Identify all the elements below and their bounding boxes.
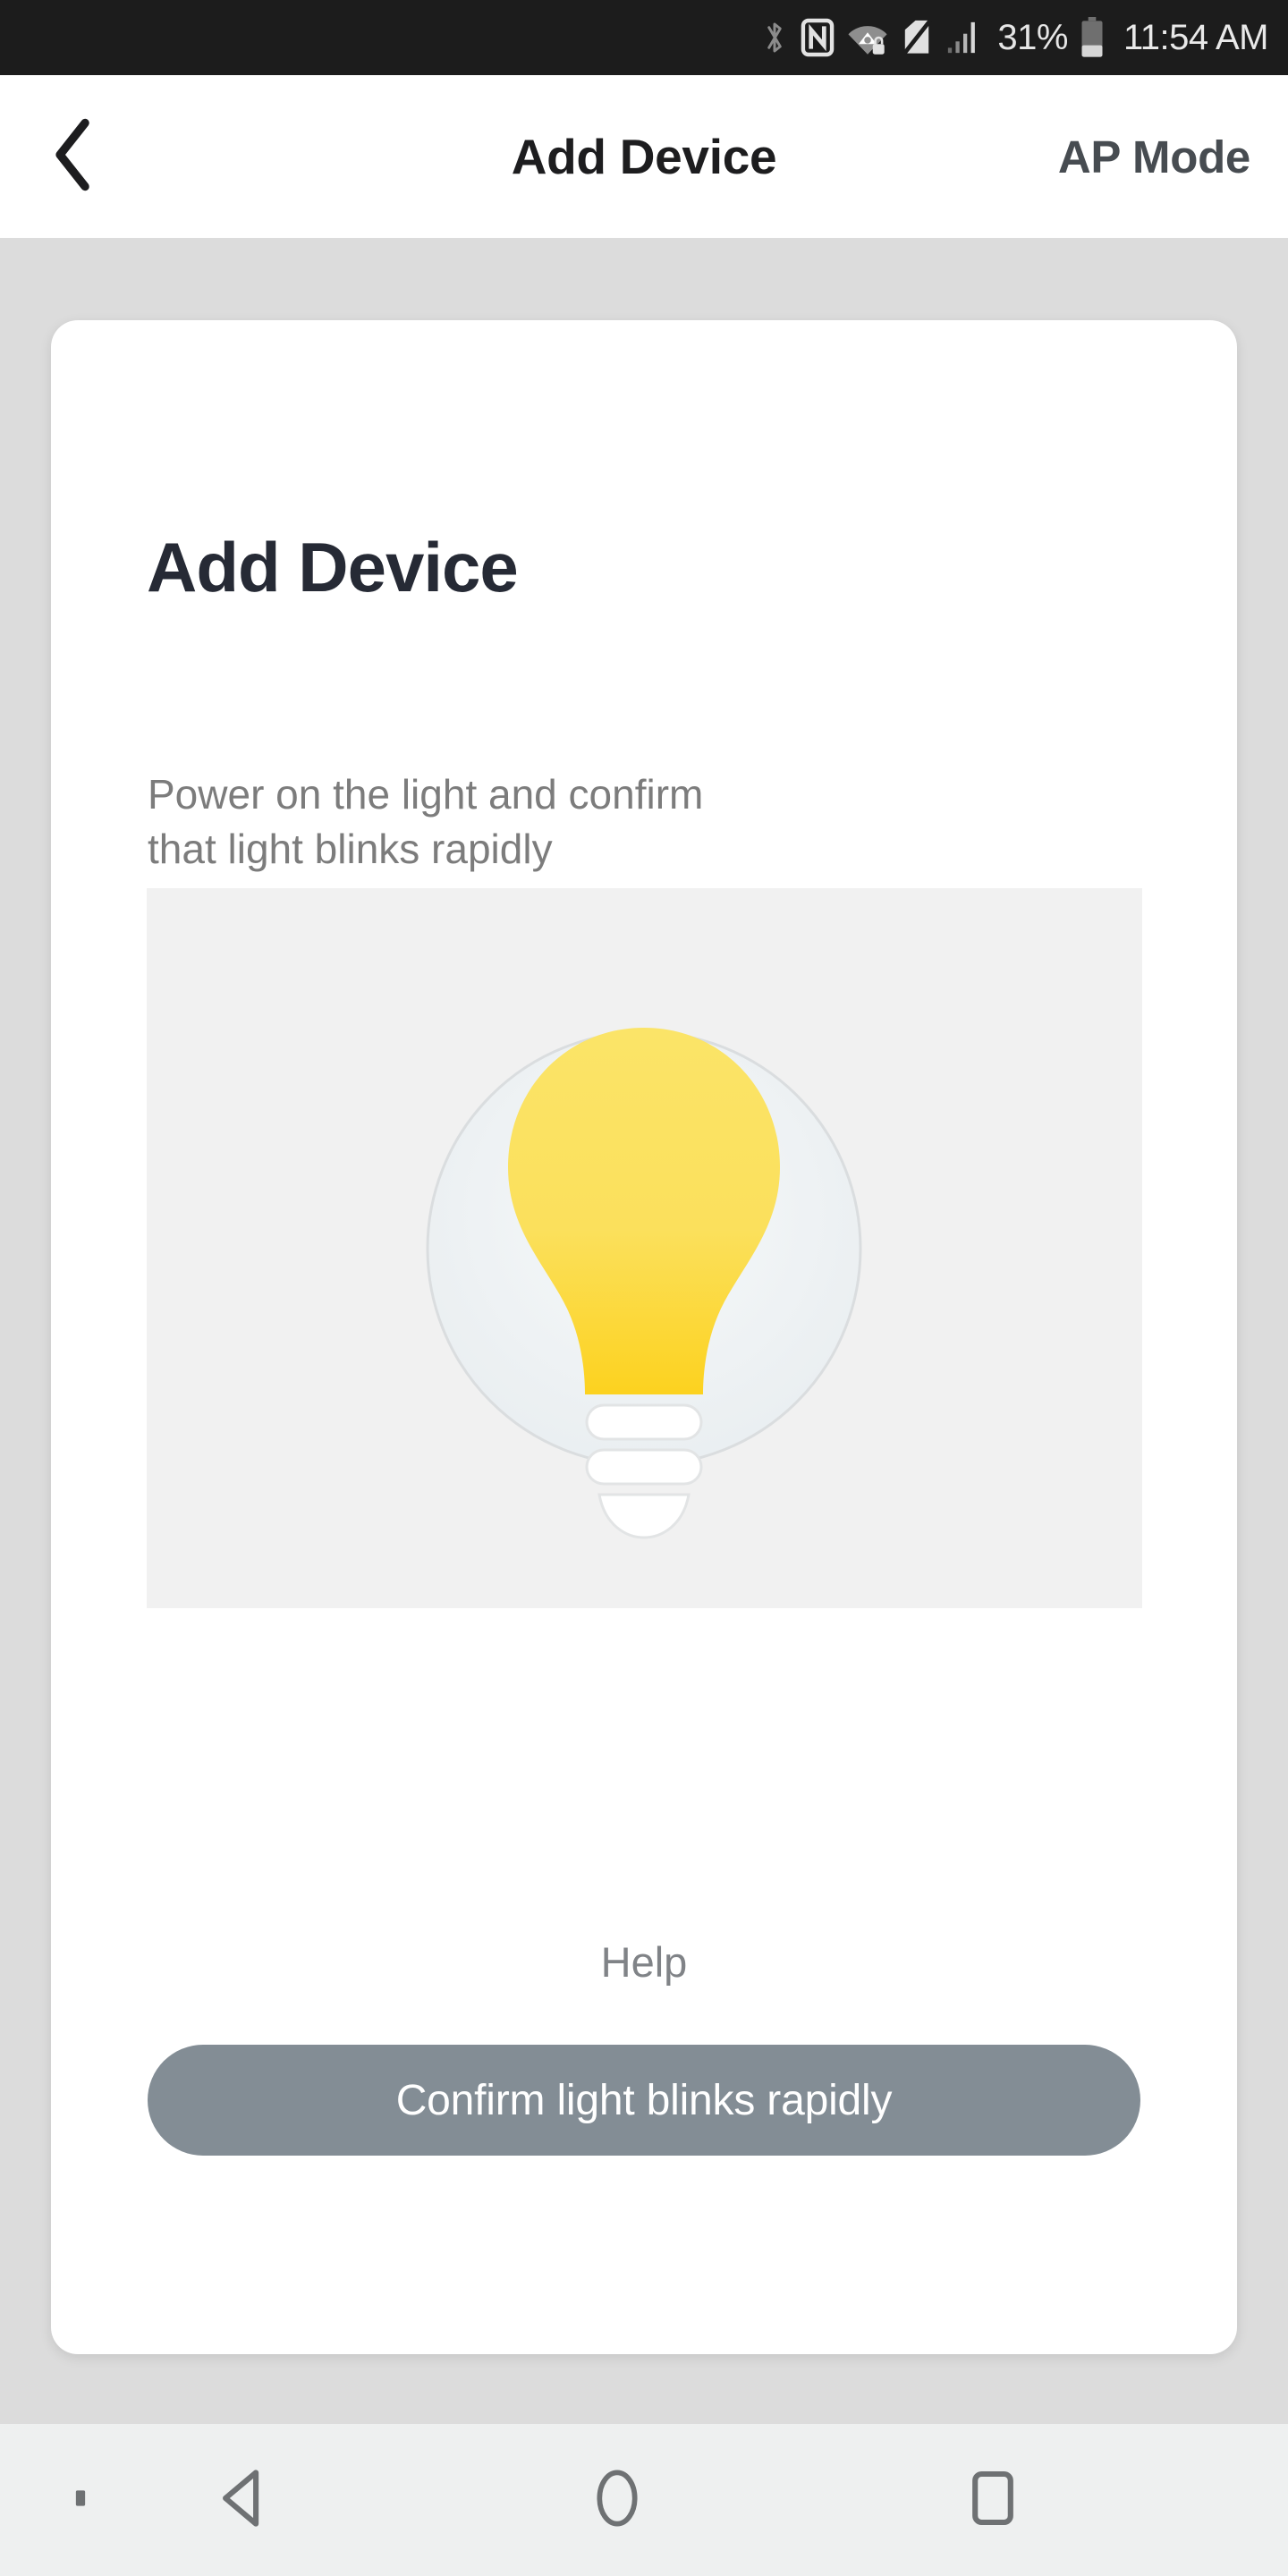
help-link[interactable]: Help — [51, 1937, 1237, 1987]
circle-home-icon — [592, 2468, 642, 2533]
status-bar-icons: 31% 11:54 AM — [761, 17, 1269, 58]
dot-icon — [72, 2487, 89, 2513]
nfc-icon — [801, 18, 835, 57]
triangle-back-icon — [214, 2468, 269, 2533]
card-title: Add Device — [147, 528, 519, 606]
status-bar: 31% 11:54 AM — [0, 0, 1288, 75]
cellular-signal-icon — [945, 18, 981, 57]
nav-back-button[interactable] — [107, 2424, 376, 2576]
battery-percent-label: 31% — [997, 17, 1068, 57]
bluetooth-icon — [761, 18, 788, 57]
android-navigation-bar — [0, 2424, 1288, 2576]
sim-off-icon — [901, 18, 934, 57]
add-device-card: Add Device Power on the light and confir… — [51, 320, 1237, 2354]
square-recents-icon — [969, 2469, 1017, 2532]
nav-recents-button[interactable] — [859, 2424, 1127, 2576]
page-body: Add Device Power on the light and confir… — [0, 238, 1288, 2424]
status-bar-clock: 11:54 AM — [1123, 17, 1269, 57]
confirm-light-blinks-button[interactable]: Confirm light blinks rapidly — [148, 2045, 1140, 2156]
wifi-secured-icon — [847, 18, 888, 57]
nav-home-button[interactable] — [483, 2424, 751, 2576]
app-header: Add Device AP Mode — [0, 75, 1288, 238]
light-bulb-graphic — [426, 1028, 862, 1539]
ap-mode-button[interactable]: AP Mode — [1058, 131, 1250, 183]
card-description: Power on the light and confirm that ligh… — [148, 771, 704, 873]
battery-icon — [1080, 17, 1104, 58]
light-bulb-illustration — [147, 888, 1142, 1608]
